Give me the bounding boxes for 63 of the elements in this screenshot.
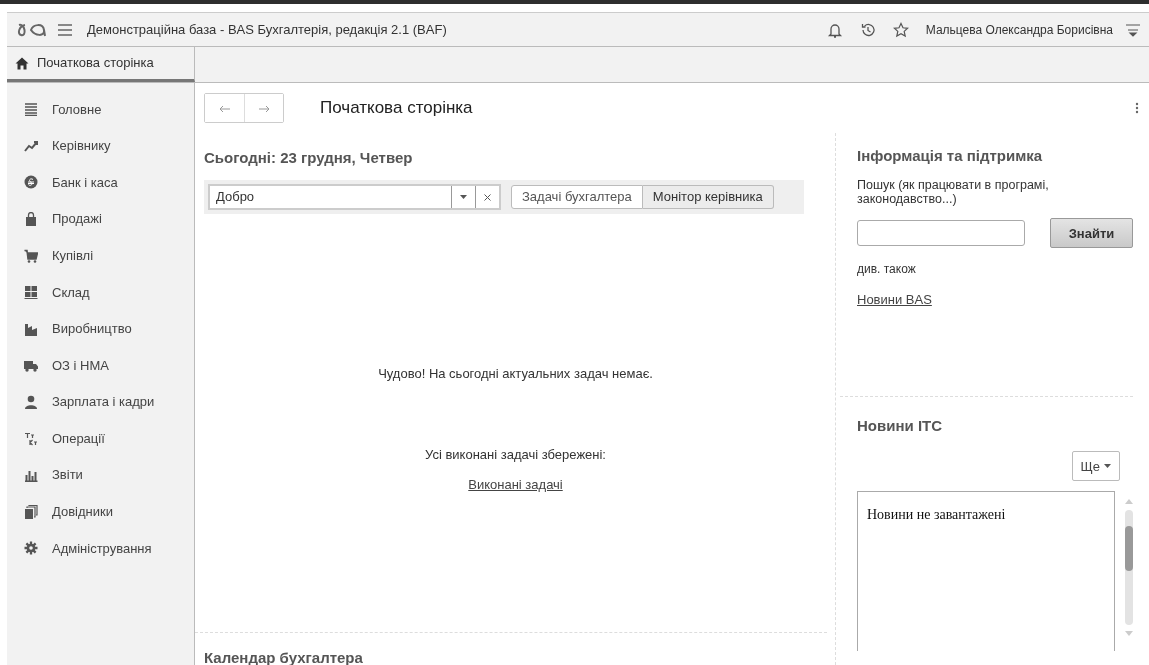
sidebar-item[interactable]: Продажі xyxy=(7,200,194,238)
scrollbar[interactable] xyxy=(1125,510,1133,626)
cart-icon xyxy=(24,248,38,263)
search-label: Пошук (як працювати в програмі, законодавство...) xyxy=(857,177,1050,207)
debit-credit-icon xyxy=(24,431,38,446)
menu-icon[interactable] xyxy=(57,22,73,37)
more-icon[interactable] xyxy=(1135,101,1139,115)
sidebar-item[interactable]: Звіти xyxy=(7,456,194,494)
bar-chart-icon xyxy=(24,468,38,483)
combo-box[interactable]: Добро xyxy=(208,183,501,210)
coin-icon xyxy=(24,175,38,190)
status-note: Усі виконані задачі збережені: xyxy=(424,446,607,464)
news-link[interactable]: Новини BAS xyxy=(857,292,932,308)
books-icon xyxy=(24,504,38,519)
view-toggle[interactable]: Задачі бухгалтера xyxy=(511,184,643,209)
scroll-down-icon xyxy=(1125,631,1133,637)
window-title: Демонстраційна база - BAS Бухгалтерія, редакція 2.1 (BAF) xyxy=(87,20,448,39)
sidebar-item[interactable]: Операції xyxy=(7,420,194,457)
section-heading: Новини ІТС xyxy=(857,415,944,436)
bag-icon xyxy=(24,212,38,227)
history-icon[interactable] xyxy=(859,21,876,38)
see-also-label: див. також xyxy=(857,261,917,279)
sidebar-item[interactable]: Зарплата і кадри xyxy=(7,383,194,421)
user-name[interactable]: Мальцева Олександра Борисівна xyxy=(925,20,1113,39)
date-heading: Сьогодні: 23 грудня, Четвер xyxy=(204,148,414,168)
more-button[interactable]: Ще xyxy=(1071,451,1120,482)
news-content: Новини не завантажені xyxy=(857,491,1115,652)
caret-icon xyxy=(460,195,467,200)
filter-field[interactable]: Добро xyxy=(210,186,451,207)
truck-icon xyxy=(24,358,38,373)
trend-icon xyxy=(24,138,38,153)
calendar-heading: Календар бухгалтера xyxy=(204,647,364,665)
factory-icon xyxy=(24,321,38,336)
sidebar-item[interactable]: ОЗ і НМА xyxy=(7,347,194,384)
forward-arrow-icon xyxy=(258,104,270,113)
list-icon xyxy=(24,102,38,117)
sidebar-item[interactable]: Склад xyxy=(7,273,194,311)
menu-icon[interactable] xyxy=(1125,22,1141,37)
search-field[interactable] xyxy=(857,220,1025,247)
page-title: Початкова сторінка xyxy=(320,97,474,120)
section-heading: Інформація та підтримка xyxy=(857,146,1044,166)
person-icon xyxy=(24,395,38,410)
sidebar-item[interactable]: Банк і каса xyxy=(7,164,194,201)
sidebar-item[interactable]: Виробництво xyxy=(7,310,194,348)
status-message: Чудово! На сьогодні актуальних задач немає. xyxy=(377,364,654,383)
search-button[interactable]: Знайти xyxy=(1050,218,1133,249)
caret-icon xyxy=(1104,464,1111,469)
completed-tasks-link[interactable]: Виконані задачі xyxy=(468,476,563,492)
close-icon xyxy=(484,193,491,201)
sidebar-item[interactable]: Керівнику xyxy=(7,127,194,165)
sidebar-item[interactable]: Головне xyxy=(7,91,194,128)
star-icon[interactable] xyxy=(892,21,909,38)
back-arrow-icon xyxy=(219,104,230,113)
home-icon xyxy=(15,56,29,70)
sidebar-item[interactable]: Адміністрування xyxy=(7,530,194,567)
sidebar-item[interactable]: Купівлі xyxy=(7,237,194,274)
view-toggle[interactable]: Монітор керівника xyxy=(642,184,774,209)
bell-icon[interactable] xyxy=(826,21,843,38)
logo-icon xyxy=(17,21,47,38)
grid-icon xyxy=(24,285,38,300)
scroll-up-icon xyxy=(1125,499,1133,505)
gear-icon xyxy=(24,541,38,556)
sidebar-item[interactable]: Довідники xyxy=(7,493,194,531)
